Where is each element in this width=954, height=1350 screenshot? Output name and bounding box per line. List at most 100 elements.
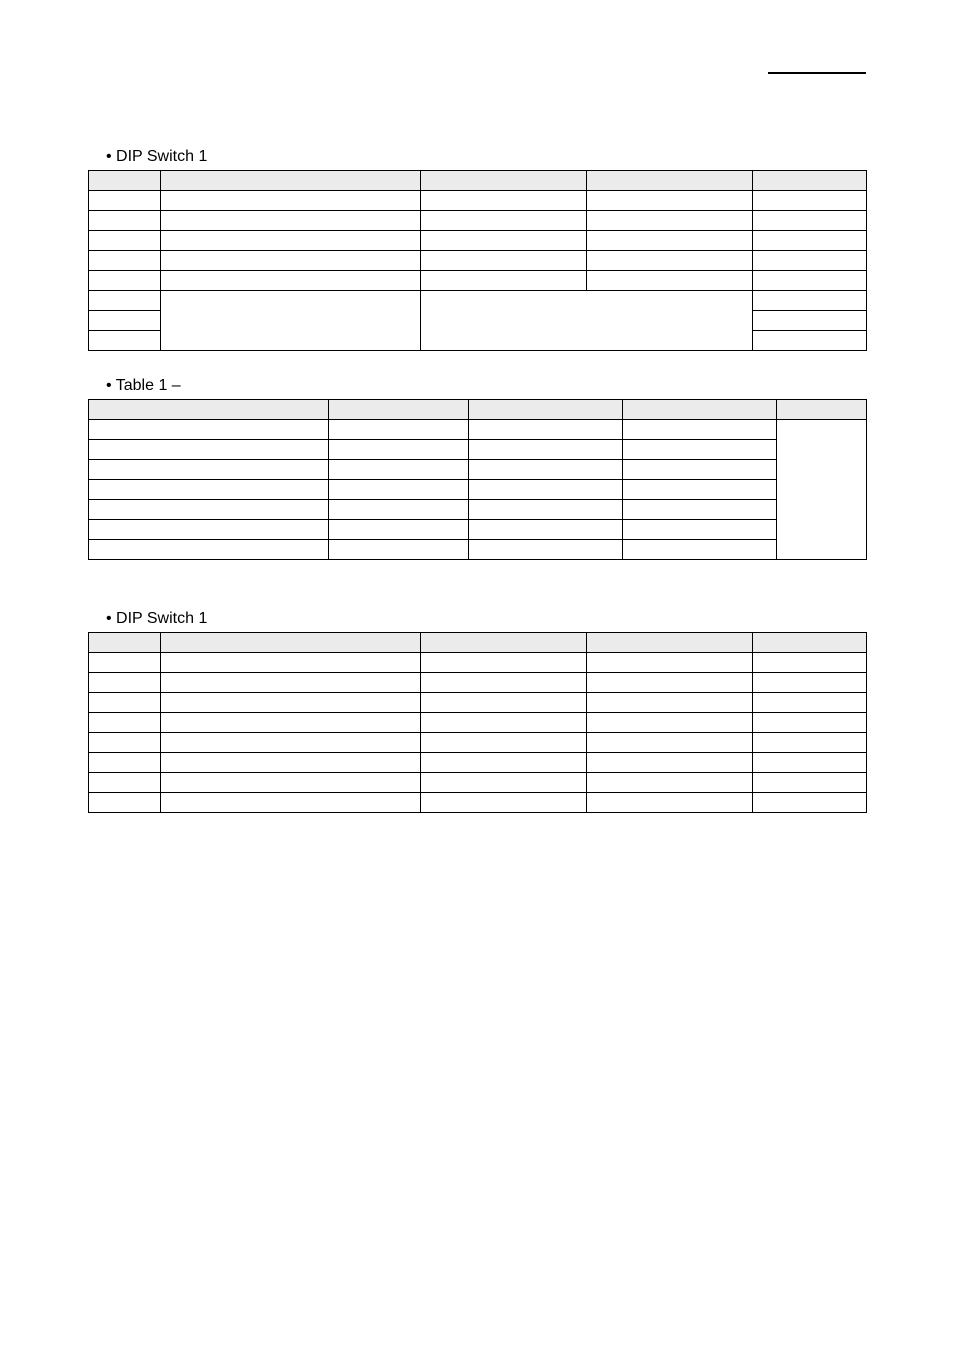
table-row — [89, 773, 867, 793]
td — [329, 440, 469, 460]
th — [587, 633, 753, 653]
td — [89, 500, 329, 520]
td — [753, 773, 867, 793]
table-row — [89, 191, 867, 211]
td — [753, 191, 867, 211]
td — [161, 211, 421, 231]
th — [421, 171, 587, 191]
td — [753, 733, 867, 753]
td — [89, 793, 161, 813]
table-dip-1 — [88, 170, 867, 351]
td — [89, 773, 161, 793]
table-row — [89, 693, 867, 713]
th — [89, 633, 161, 653]
td — [469, 480, 623, 500]
td — [421, 231, 587, 251]
td — [623, 460, 777, 480]
table-row — [89, 520, 867, 540]
td — [587, 753, 753, 773]
td — [753, 653, 867, 673]
table-row — [89, 753, 867, 773]
td — [421, 291, 753, 351]
td — [421, 271, 587, 291]
td — [89, 520, 329, 540]
td — [469, 540, 623, 560]
th — [753, 171, 867, 191]
td — [587, 693, 753, 713]
th — [329, 400, 469, 420]
td — [753, 211, 867, 231]
td — [587, 271, 753, 291]
td — [753, 713, 867, 733]
td — [587, 251, 753, 271]
td — [161, 653, 421, 673]
table-row — [89, 793, 867, 813]
table-row — [89, 211, 867, 231]
td — [89, 693, 161, 713]
th — [469, 400, 623, 420]
td — [753, 673, 867, 693]
td — [89, 231, 161, 251]
td — [161, 191, 421, 211]
td — [587, 231, 753, 251]
td — [587, 713, 753, 733]
td — [89, 311, 161, 331]
table-row — [89, 271, 867, 291]
td — [161, 271, 421, 291]
table-1 — [88, 399, 867, 560]
td — [623, 500, 777, 520]
td — [753, 291, 867, 311]
td — [89, 440, 329, 460]
td — [89, 460, 329, 480]
section-title-2: • Table 1 – — [106, 377, 866, 395]
td — [421, 673, 587, 693]
td — [753, 331, 867, 351]
table-header-row — [89, 171, 867, 191]
td — [469, 520, 623, 540]
td — [421, 713, 587, 733]
th — [587, 171, 753, 191]
td — [421, 653, 587, 673]
td — [469, 440, 623, 460]
td — [89, 420, 329, 440]
td — [421, 251, 587, 271]
td — [161, 231, 421, 251]
td — [753, 311, 867, 331]
th — [89, 171, 161, 191]
td — [753, 271, 867, 291]
td — [161, 753, 421, 773]
td — [329, 480, 469, 500]
td — [89, 733, 161, 753]
td — [421, 693, 587, 713]
section-title-1: • DIP Switch 1 — [106, 148, 866, 166]
td — [161, 291, 421, 351]
table-header-row — [89, 400, 867, 420]
td — [587, 653, 753, 673]
table-row — [89, 673, 867, 693]
td — [329, 460, 469, 480]
td — [421, 211, 587, 231]
td — [89, 291, 161, 311]
td — [329, 540, 469, 560]
td — [777, 420, 867, 560]
th — [421, 633, 587, 653]
td — [753, 753, 867, 773]
td — [623, 440, 777, 460]
td — [753, 251, 867, 271]
td — [469, 420, 623, 440]
table-row — [89, 251, 867, 271]
td — [329, 420, 469, 440]
td — [421, 753, 587, 773]
header-rule — [768, 72, 866, 74]
td — [89, 673, 161, 693]
td — [89, 540, 329, 560]
td — [89, 331, 161, 351]
td — [587, 191, 753, 211]
td — [329, 500, 469, 520]
td — [161, 251, 421, 271]
td — [623, 480, 777, 500]
td — [421, 191, 587, 211]
th — [753, 633, 867, 653]
table-row — [89, 460, 867, 480]
td — [89, 713, 161, 733]
